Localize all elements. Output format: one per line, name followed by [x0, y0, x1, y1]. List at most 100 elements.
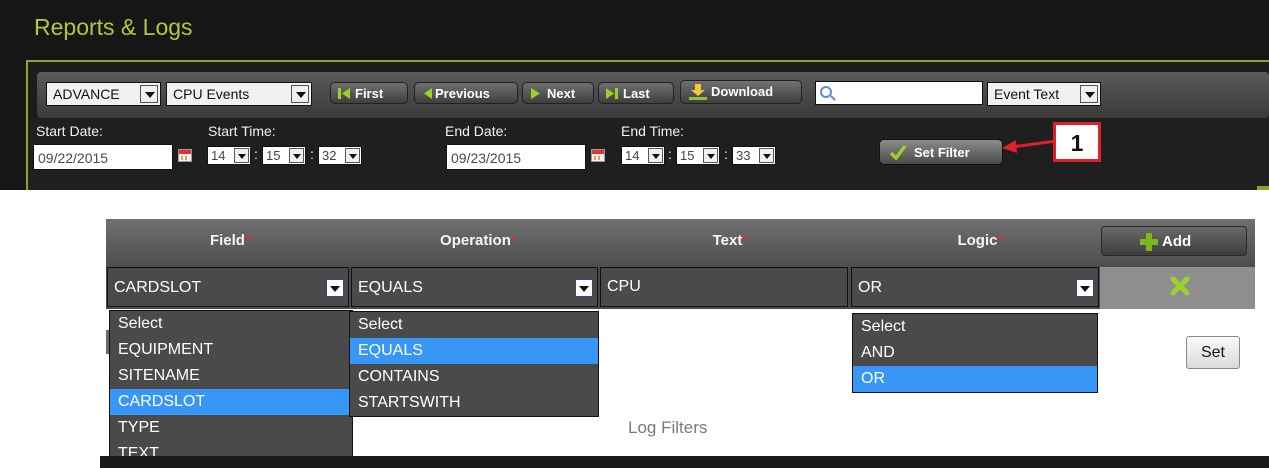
end-hour-select[interactable]: 14	[621, 146, 665, 165]
field-option[interactable]: Select	[110, 311, 352, 337]
operation-option-selected[interactable]: EQUALS	[350, 338, 598, 364]
chevron-down-icon	[326, 279, 344, 297]
end-minute-value: 15	[680, 148, 695, 163]
frame-corner	[1257, 186, 1269, 190]
next-icon	[531, 88, 540, 99]
required-mark: *	[244, 232, 251, 247]
chevron-down-icon	[759, 148, 774, 163]
time-colon: :	[668, 146, 672, 162]
previous-button[interactable]: Previous	[414, 82, 518, 104]
logic-header-label: Logic	[957, 232, 998, 249]
chevron-down-icon	[345, 148, 360, 163]
events-select[interactable]: CPU Events	[166, 82, 312, 106]
end-date-input[interactable]: 09/23/2015	[446, 144, 586, 170]
logic-option-selected[interactable]: OR	[853, 366, 1097, 392]
logic-header: Logic*	[945, 232, 1015, 249]
required-mark: *	[997, 232, 1003, 247]
previous-label: Previous	[435, 86, 490, 101]
callout-arrow-icon	[1002, 139, 1056, 153]
search-input[interactable]	[815, 81, 983, 105]
mode-select-value: ADVANCE	[53, 86, 120, 102]
operation-option[interactable]: CONTAINS	[350, 364, 598, 390]
operation-header: Operation*	[426, 232, 530, 249]
search-field-select[interactable]: Event Text	[987, 82, 1101, 106]
delete-icon[interactable]	[1170, 276, 1190, 296]
chevron-down-icon	[234, 148, 249, 163]
end-minute-select[interactable]: 15	[676, 146, 720, 165]
next-label: Next	[547, 86, 576, 101]
download-label: Download	[711, 84, 774, 99]
set-button[interactable]: Set	[1186, 336, 1240, 369]
chevron-down-icon	[291, 85, 309, 103]
add-label: Add	[1162, 233, 1192, 250]
logic-option[interactable]: Select	[853, 314, 1097, 340]
download-button[interactable]: Download	[680, 80, 802, 104]
plus-icon	[1140, 233, 1158, 251]
time-colon: :	[724, 146, 728, 162]
field-select-value: CARDSLOT	[114, 279, 202, 296]
add-button[interactable]: Add	[1101, 226, 1247, 256]
start-date-input[interactable]: 09/22/2015	[33, 144, 173, 170]
chevron-down-icon	[140, 85, 158, 103]
time-colon: :	[254, 146, 258, 162]
field-options-list: Select EQUIPMENT SITENAME CARDSLOT TYPE …	[109, 310, 353, 468]
required-mark: *	[742, 232, 748, 247]
first-button[interactable]: First	[330, 82, 408, 104]
chevron-down-icon	[648, 148, 663, 163]
start-date-label: Start Date:	[36, 123, 103, 139]
end-time-label: End Time:	[621, 123, 685, 139]
field-option[interactable]: EQUIPMENT	[110, 337, 352, 363]
operation-option[interactable]: STARTSWITH	[350, 390, 598, 416]
events-select-value: CPU Events	[173, 86, 250, 102]
start-hour-value: 14	[211, 148, 226, 163]
field-option[interactable]: SITENAME	[110, 363, 352, 389]
required-mark: *	[510, 232, 516, 247]
start-second-select[interactable]: 32	[318, 146, 362, 165]
calendar-icon[interactable]	[591, 149, 605, 162]
field-option-selected[interactable]: CARDSLOT	[110, 389, 352, 415]
mode-select[interactable]: ADVANCE	[46, 82, 161, 106]
field-option[interactable]: TYPE	[110, 415, 352, 441]
time-colon: :	[310, 146, 314, 162]
first-icon	[338, 88, 350, 99]
next-button[interactable]: Next	[522, 82, 594, 104]
logic-select[interactable]: OR	[851, 267, 1099, 307]
callout-number: 1	[1053, 122, 1101, 162]
first-label: First	[355, 86, 384, 101]
calendar-icon[interactable]	[178, 149, 192, 162]
logic-option[interactable]: AND	[853, 340, 1097, 366]
text-input[interactable]: CPU	[600, 267, 848, 307]
page-title: Reports & Logs	[34, 14, 193, 40]
end-date-label: End Date:	[445, 123, 508, 139]
start-minute-select[interactable]: 15	[262, 146, 306, 165]
search-field-value: Event Text	[994, 86, 1060, 102]
end-second-select[interactable]: 33	[732, 146, 776, 165]
log-filters-label: Log Filters	[628, 418, 708, 437]
start-hour-select[interactable]: 14	[207, 146, 251, 165]
check-icon	[889, 144, 907, 161]
operation-option[interactable]: Select	[350, 312, 598, 338]
end-hour-value: 14	[625, 148, 640, 163]
field-header: Field*	[200, 232, 260, 249]
logic-select-value: OR	[858, 279, 882, 296]
chevron-down-icon	[289, 148, 304, 163]
field-select[interactable]: CARDSLOT	[107, 267, 349, 307]
chevron-down-icon	[703, 148, 718, 163]
end-second-value: 33	[736, 148, 751, 163]
last-button[interactable]: Last	[598, 82, 674, 104]
operation-header-label: Operation	[440, 232, 511, 249]
start-time-label: Start Time:	[208, 123, 276, 139]
last-label: Last	[623, 86, 650, 101]
chevron-down-icon	[1076, 279, 1094, 297]
logic-options-list: Select AND OR	[852, 313, 1098, 393]
operation-select[interactable]: EQUALS	[351, 267, 598, 307]
set-filter-button[interactable]: Set Filter	[879, 139, 1003, 165]
bottom-bar	[100, 456, 1269, 468]
start-minute-value: 15	[266, 148, 281, 163]
operation-select-value: EQUALS	[358, 279, 423, 296]
chevron-down-icon	[575, 279, 593, 297]
search-icon	[820, 86, 832, 98]
previous-icon	[424, 88, 432, 99]
last-icon	[606, 88, 618, 99]
text-header: Text*	[700, 232, 760, 249]
